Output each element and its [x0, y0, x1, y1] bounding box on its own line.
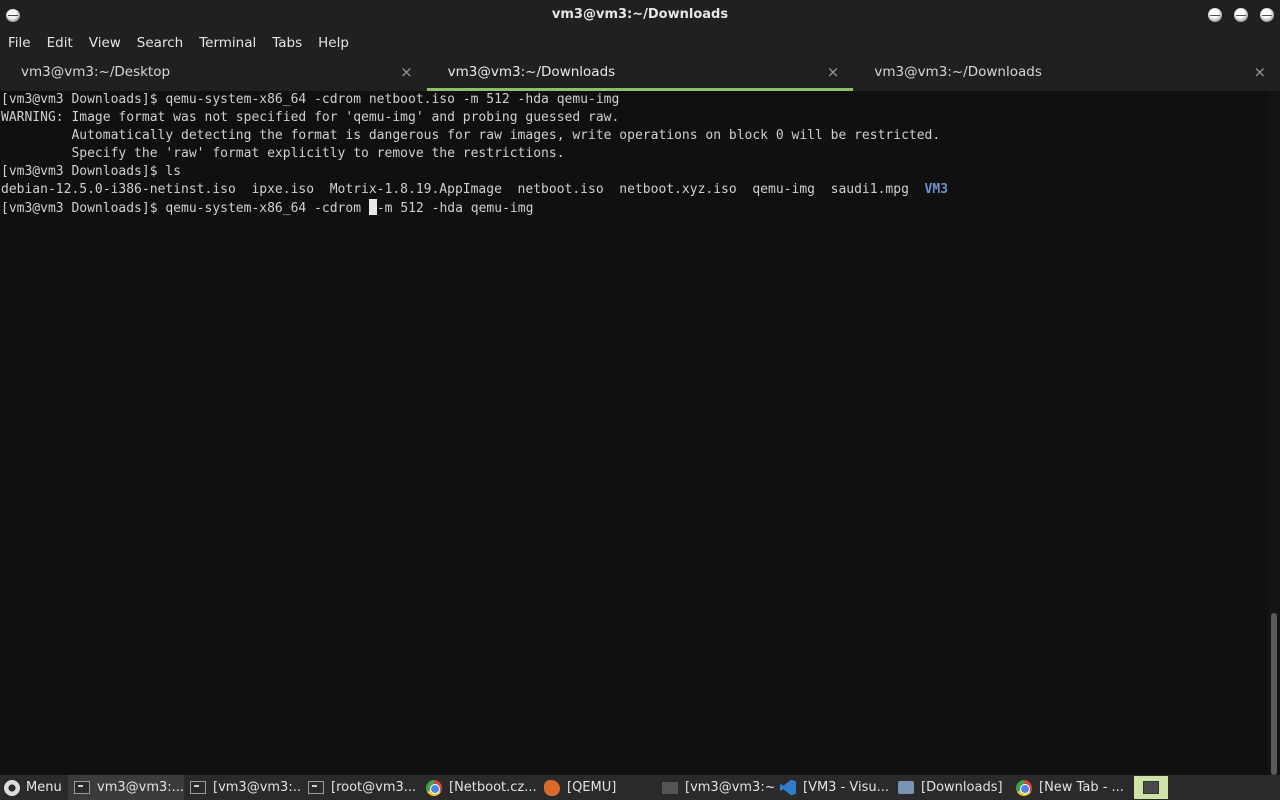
ls-files: debian-12.5.0-i386-netinst.iso ipxe.iso …	[1, 182, 925, 197]
current-command-line[interactable]: [vm3@vm3 Downloads]$ qemu-system-x86_64 …	[1, 199, 1268, 217]
taskbar-item-label: [QEMU]	[567, 780, 617, 795]
close-tab-icon[interactable]: ×	[400, 63, 413, 81]
minimize-icon[interactable]	[1208, 8, 1222, 22]
terminal-line: WARNING: Image format was not specified …	[1, 110, 620, 125]
vscode-icon	[780, 779, 796, 796]
window-title: vm3@vm3:~/Downloads	[551, 7, 729, 22]
ls-output-line: debian-12.5.0-i386-netinst.iso ipxe.iso …	[1, 181, 1268, 199]
terminal-icon	[74, 781, 90, 794]
taskbar-item-label: [Downloads]	[921, 780, 1003, 795]
chrome-icon	[1016, 779, 1032, 796]
taskbar: Menu vm3@vm3:... [vm3@vm3:... [root@vm3.…	[0, 775, 1280, 800]
taskbar-item[interactable]: [vm3@vm3:~]	[656, 775, 774, 800]
tab-desktop[interactable]: vm3@vm3:~/Desktop ×	[0, 56, 427, 91]
menu-terminal[interactable]: Terminal	[199, 35, 256, 51]
ls-directory: VM3	[924, 182, 949, 197]
tab-bar: vm3@vm3:~/Desktop × vm3@vm3:~/Downloads …	[0, 56, 1280, 91]
scrollbar-thumb[interactable]	[1271, 613, 1277, 775]
taskbar-item-label: [root@vm3...	[331, 780, 417, 795]
prompt-before-cursor: [vm3@vm3 Downloads]$ qemu-system-x86_64 …	[1, 201, 369, 216]
tab-label: vm3@vm3:~/Downloads	[447, 64, 616, 80]
tab-label: vm3@vm3:~/Downloads	[874, 64, 1042, 80]
menu-file[interactable]: File	[8, 35, 31, 51]
terminal-icon	[190, 781, 206, 794]
tab-downloads-active[interactable]: vm3@vm3:~/Downloads ×	[426, 56, 854, 91]
terminal-tray-icon	[1143, 781, 1159, 794]
menubar: File Edit View Search Terminal Tabs Help	[0, 30, 1280, 56]
terminal-scrollbar[interactable]	[1268, 91, 1280, 775]
chrome-icon	[426, 779, 442, 796]
terminal-icon	[662, 781, 678, 794]
terminal-icon	[308, 781, 324, 794]
terminal-output[interactable]: [vm3@vm3 Downloads]$ qemu-system-x86_64 …	[0, 91, 1268, 775]
close-tab-icon[interactable]: ×	[1253, 63, 1266, 81]
folder-icon	[898, 781, 914, 794]
menu-search[interactable]: Search	[137, 35, 183, 51]
tab-downloads-2[interactable]: vm3@vm3:~/Downloads ×	[853, 56, 1280, 91]
taskbar-item-label: [vm3@vm3:...	[213, 780, 302, 795]
start-menu-label: Menu	[26, 780, 62, 795]
menu-tabs[interactable]: Tabs	[272, 35, 302, 51]
taskbar-item[interactable]: [New Tab - ...	[1010, 775, 1128, 800]
terminal-line: [vm3@vm3 Downloads]$ ls	[1, 164, 182, 179]
menu-edit[interactable]: Edit	[47, 35, 73, 51]
taskbar-item[interactable]: [Netboot.cz...	[420, 775, 538, 800]
close-tab-icon[interactable]: ×	[827, 63, 840, 81]
taskbar-item[interactable]: [vm3@vm3:...	[184, 775, 302, 800]
taskbar-item-label: [VM3 - Visu...	[803, 780, 890, 795]
window-titlebar: vm3@vm3:~/Downloads	[0, 0, 1280, 30]
terminal-line: [vm3@vm3 Downloads]$ qemu-system-x86_64 …	[1, 92, 620, 107]
terminal-line: Specify the 'raw' format explicitly to r…	[1, 146, 565, 161]
terminal-line: Automatically detecting the format is da…	[1, 128, 941, 143]
taskbar-item-label: [Netboot.cz...	[449, 780, 537, 795]
prompt-after-cursor: -m 512 -hda qemu-img	[376, 201, 534, 216]
taskbar-item[interactable]: vm3@vm3:...	[68, 775, 184, 800]
menu-view[interactable]: View	[89, 35, 121, 51]
menu-help[interactable]: Help	[318, 35, 349, 51]
close-window-icon[interactable]	[1260, 8, 1274, 22]
taskbar-item[interactable]: [root@vm3...	[302, 775, 420, 800]
taskbar-item[interactable]: [Downloads]	[892, 775, 1010, 800]
start-menu-button[interactable]: Menu	[0, 775, 68, 800]
tab-label: vm3@vm3:~/Desktop	[21, 64, 171, 80]
maximize-icon[interactable]	[1234, 8, 1248, 22]
taskbar-item[interactable]: [QEMU]	[538, 775, 656, 800]
taskbar-item[interactable]: [VM3 - Visu...	[774, 775, 892, 800]
taskbar-item-label: [vm3@vm3:~]	[685, 780, 774, 795]
taskbar-item-label: vm3@vm3:...	[97, 780, 184, 795]
taskbar-item-label: [New Tab - ...	[1039, 780, 1124, 795]
text-cursor	[368, 199, 377, 215]
qemu-icon	[544, 779, 560, 796]
menu-icon	[4, 779, 20, 796]
show-desktop-button[interactable]	[1134, 776, 1168, 799]
